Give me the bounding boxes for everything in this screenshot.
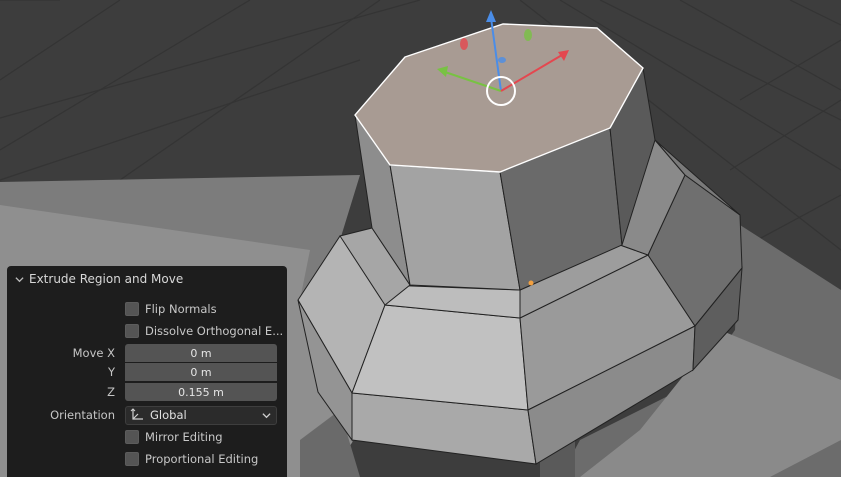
proportional-editing-row: Proportional Editing [7,449,287,469]
move-y-row: Y 0 m [7,362,287,382]
checkbox-box[interactable] [125,452,139,466]
dissolve-orthogonal-checkbox[interactable]: Dissolve Orthogonal E... [125,324,283,338]
axis-orientation-icon [130,408,143,420]
move-z-label: Z [107,385,115,399]
z-plane-handle[interactable] [498,57,506,63]
mirror-editing-row: Mirror Editing [7,427,287,447]
move-x-row: Move X 0 m [7,343,287,363]
checkbox-box[interactable] [125,302,139,316]
dropdown-chevron-icon [262,412,271,418]
move-x-label: Move X [72,346,115,360]
move-y-label: Y [107,365,115,379]
chevron-down-icon[interactable] [15,275,24,284]
dissolve-orthogonal-row: Dissolve Orthogonal E... [7,321,287,341]
orientation-value: Global [150,408,187,422]
orientation-row: Orientation Global [7,405,287,425]
orientation-dropdown[interactable]: Global [125,405,277,425]
panel-header[interactable]: Extrude Region and Move [7,266,287,292]
panel-title: Extrude Region and Move [29,272,184,286]
move-z-row: Z 0.155 m [7,382,287,402]
dissolve-orthogonal-label: Dissolve Orthogonal E... [145,324,284,338]
move-y-field[interactable]: 0 m [125,363,277,381]
x-plane-handle[interactable] [460,38,468,50]
checkbox-box[interactable] [125,324,139,338]
flip-normals-checkbox[interactable]: Flip Normals [125,302,217,316]
proportional-editing-checkbox[interactable]: Proportional Editing [125,452,258,466]
flip-normals-row: Flip Normals [7,299,287,319]
move-x-field[interactable]: 0 m [125,344,277,362]
mirror-editing-label: Mirror Editing [145,430,223,444]
orientation-label: Orientation [50,408,115,422]
operator-redo-panel: Extrude Region and Move Flip Normals Dis… [7,266,287,477]
move-z-field[interactable]: 0.155 m [125,383,277,401]
flip-normals-label: Flip Normals [145,302,217,316]
mirror-editing-checkbox[interactable]: Mirror Editing [125,430,223,444]
vertex-dot [528,280,534,286]
y-plane-handle[interactable] [524,29,532,41]
checkbox-box[interactable] [125,430,139,444]
proportional-editing-label: Proportional Editing [145,452,259,466]
